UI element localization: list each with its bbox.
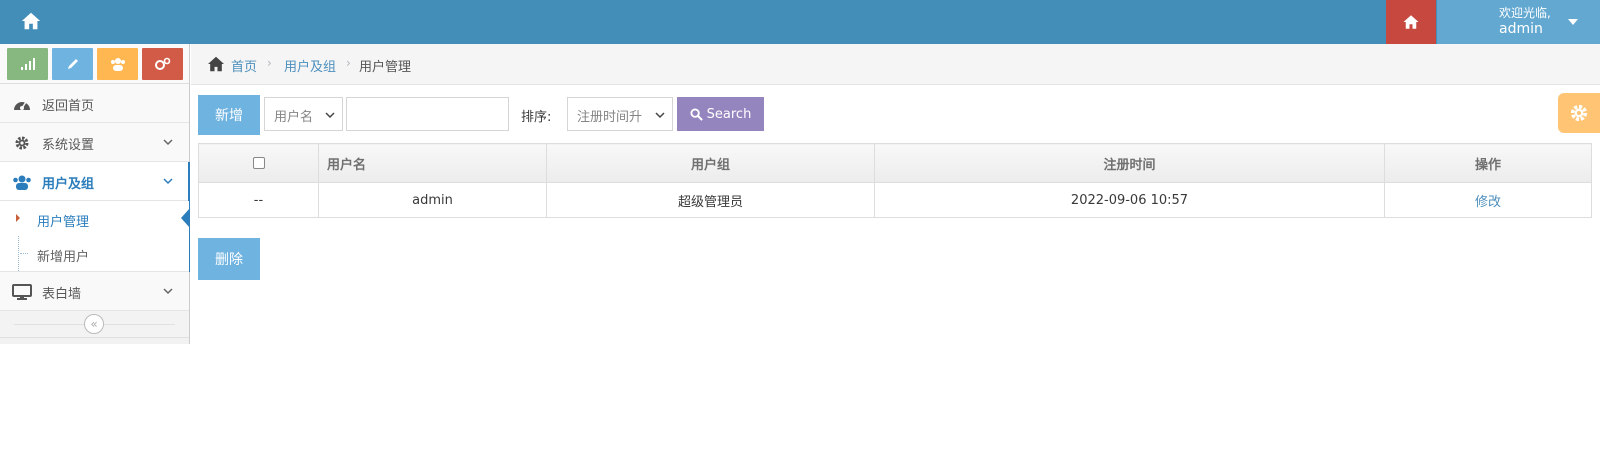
users-table: 用户名 用户组 注册时间 操作 -- admin 超级管理员 2022-09-0… [198,143,1592,218]
user-menu[interactable]: 欢迎光临, admin [1437,0,1600,44]
breadcrumb-home-link[interactable]: 首页 [231,56,257,75]
breadcrumb: 首页 › 用户及组 › 用户管理 [191,44,1600,85]
search-field-value: 用户名 [274,110,314,125]
breadcrumb-group-link[interactable]: 用户及组 [284,56,336,75]
sidebar-submenu-users: 用户管理 新增用户 [0,201,190,272]
sidebar-collapse-bar: « [0,311,189,338]
column-header-action: 操作 [1384,143,1592,183]
top-navbar: 欢迎光临, admin [0,0,1600,44]
row-select-cell: -- [198,182,319,218]
home-icon [1403,15,1419,29]
gear-icon [1570,104,1588,122]
home-icon[interactable] [20,10,44,34]
gear-icon [12,133,32,153]
sidebar-item-label: 表白墙 [42,287,82,302]
caret-right-icon [16,214,20,222]
sidebar-item-label: 用户及组 [42,177,95,192]
delete-button[interactable]: 删除 [198,238,260,280]
caret-down-icon [1568,19,1578,25]
sidebar-item-label: 返回首页 [42,99,95,114]
sidebar-item-home[interactable]: 返回首页 [0,84,189,123]
chevron-down-icon [163,288,173,295]
chevron-down-icon [163,139,173,146]
users-icon [110,58,125,71]
pencil-icon [67,59,78,69]
search-button[interactable]: Search [677,97,764,131]
double-chevron-left-icon[interactable]: « [84,314,104,334]
users-shortcut-button[interactable] [97,48,138,80]
search-button-label: Search [706,106,752,122]
sort-select[interactable]: 注册时间升 [567,97,673,131]
select-all-checkbox[interactable] [252,157,265,169]
user-name: admin [1499,21,1543,37]
edit-link[interactable]: 修改 [1475,195,1501,210]
sidebar-item-users[interactable]: 用户及组 [0,162,190,272]
desktop-icon [12,282,32,302]
column-header-registered[interactable]: 注册时间 [874,143,1385,183]
cogs-shortcut-button[interactable] [142,48,183,80]
search-input[interactable] [346,97,509,131]
sidebar-item-label: 系统设置 [42,138,95,153]
column-header-group[interactable]: 用户组 [546,143,875,183]
breadcrumb-separator: › [346,56,351,70]
sidebar-subitem-user-management[interactable]: 用户管理 [0,201,190,236]
cogs-icon [154,57,170,70]
username-cell: admin [318,182,547,218]
sort-label: 排序: [521,110,552,125]
sort-select-value: 注册时间升 [577,110,643,125]
select-all-header [198,143,319,183]
chevron-down-icon [325,112,335,119]
breadcrumb-separator: › [267,56,272,70]
chevron-down-icon [163,178,173,185]
home-icon [208,56,224,72]
users-icon [12,172,32,192]
nav-home-button[interactable] [1386,0,1436,44]
add-button[interactable]: 新增 [198,95,260,135]
breadcrumb-current: 用户管理 [359,60,412,75]
signal-icon [20,58,35,70]
settings-float-button[interactable] [1558,93,1600,133]
sidebar-subitem-label: 新增用户 [37,250,90,265]
pencil-shortcut-button[interactable] [52,48,93,80]
sidebar-subitem-label: 用户管理 [37,215,90,230]
sidebar-item-settings[interactable]: 系统设置 [0,123,189,162]
dashboard-icon [12,94,32,114]
table-header-row: 用户名 用户组 注册时间 操作 [198,143,1592,183]
active-pointer [181,208,190,228]
group-cell: 超级管理员 [546,182,875,218]
submenu-dash [20,253,28,254]
sidebar-shortcuts [0,44,189,84]
search-field-select[interactable]: 用户名 [264,97,343,131]
user-welcome-text: 欢迎光临, [1499,6,1551,20]
sidebar: 返回首页 系统设置 用户及组 用户管理 新增用户 表白墙 « [0,44,190,344]
signal-shortcut-button[interactable] [7,48,48,80]
search-icon [690,107,703,121]
table-row: -- admin 超级管理员 2022-09-06 10:57 修改 [198,182,1592,218]
action-cell: 修改 [1384,182,1592,218]
chevron-down-icon [655,112,665,119]
sidebar-item-wall[interactable]: 表白墙 [0,272,189,311]
sidebar-subitem-add-user[interactable]: 新增用户 [0,236,189,271]
column-header-username[interactable]: 用户名 [318,143,547,183]
registered-cell: 2022-09-06 10:57 [874,182,1385,218]
